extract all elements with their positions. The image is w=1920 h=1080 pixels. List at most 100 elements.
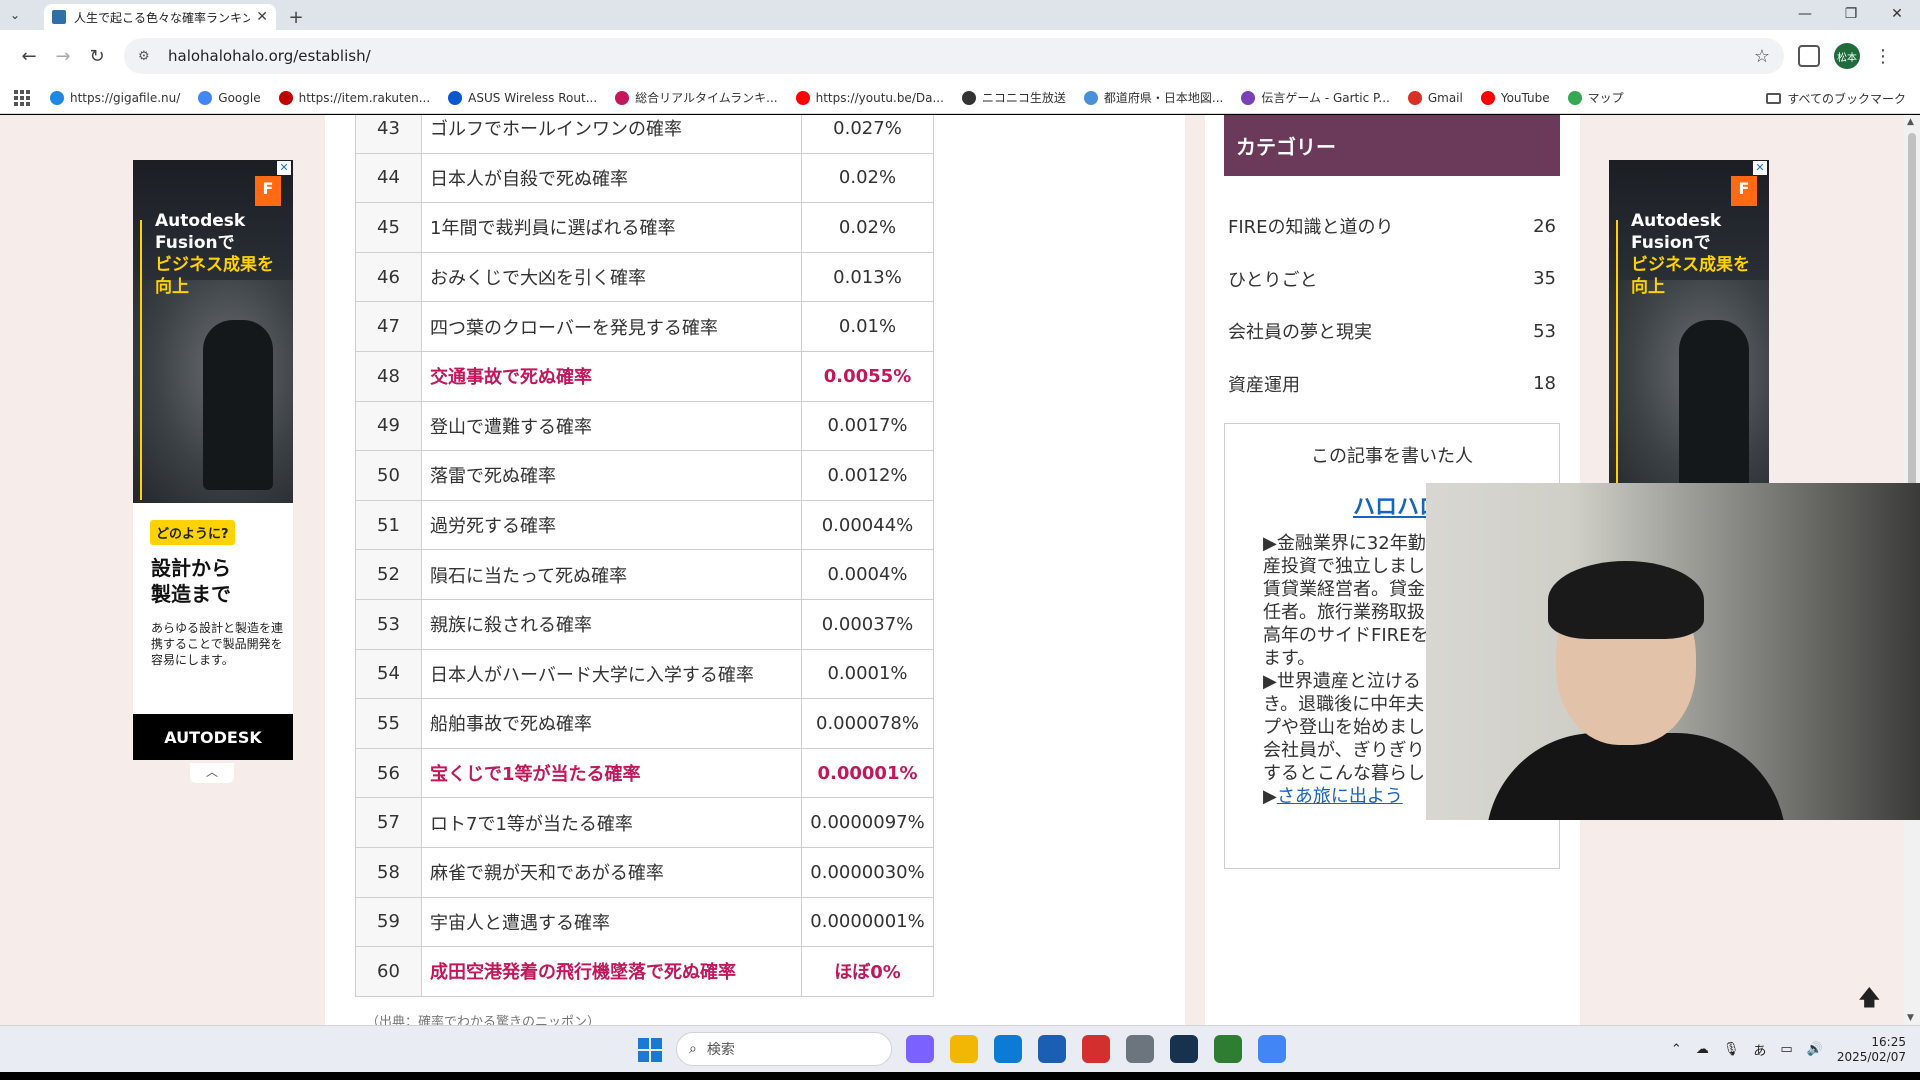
site-favicon-icon [52,10,66,24]
category-list: FIREの知識と道のり 26 ひとりごと 35 会社員の夢と現実 53 資産運用 18 [1228,200,1556,410]
apps-grid-icon[interactable] [14,89,30,106]
bookmark-item[interactable]: 総合リアルタイムランキ... [615,89,778,106]
ad-collapse-chevron-icon[interactable]: ︿ [190,763,234,783]
address-bar[interactable]: ⚙ halohalohalo.org/establish/ ☆ [124,38,1784,74]
value-cell: 0.0001% [801,648,934,700]
tab-search-chevron-icon[interactable]: ⌄ [0,2,30,28]
ime-indicator[interactable]: あ [1753,1040,1766,1059]
category-item[interactable]: FIREの知識と道のり 26 [1228,200,1556,253]
site-info-icon[interactable]: ⚙ [138,49,156,64]
value-cell: 0.027% [801,115,934,154]
bookmark-favicon-icon [1083,90,1098,105]
bookmark-item[interactable]: ASUS Wireless Rout... [448,90,597,105]
rank-cell: 48 [355,350,422,402]
taskbar-app-icon[interactable] [950,1035,978,1063]
ad-headline-1: Autodesk Fusionで [1631,211,1722,253]
extensions-icon[interactable] [1798,45,1820,67]
bookmark-item[interactable]: 伝言ゲーム - Gartic P... [1241,89,1390,106]
category-count: 26 [1533,215,1556,237]
category-label: 会社員の夢と現実 [1228,322,1372,344]
taskbar-app-icon[interactable] [1214,1035,1242,1063]
forward-arrow-icon[interactable]: → [46,39,80,73]
close-window-icon[interactable]: ✕ [1874,0,1920,28]
ad-headline: Autodesk Fusionで ビジネス成果を向上 [1631,210,1756,298]
bookmark-item[interactable]: https://youtu.be/Da... [795,90,944,105]
reload-icon[interactable]: ↻ [80,39,114,73]
tab-active[interactable]: 人生で起こる色々な確率ランキング ✕ [44,4,276,30]
bookmark-item[interactable]: YouTube [1480,90,1550,105]
scroll-down-icon[interactable]: ▼ [1907,1013,1914,1023]
rank-cell: 52 [355,549,422,600]
bookmark-label: YouTube [1500,90,1550,105]
rank-cell: 44 [355,152,422,204]
fusion-logo-icon: F [255,176,281,206]
tab-close-icon[interactable]: ✕ [256,9,268,25]
scroll-to-top-icon[interactable]: 🡅 [1858,981,1881,1019]
bookmark-item[interactable]: マップ [1567,89,1624,106]
ad-accent-line [1616,220,1618,500]
back-arrow-icon[interactable]: ← [12,39,46,73]
taskbar-app-icon[interactable] [1038,1035,1066,1063]
value-cell: 0.02% [801,202,934,253]
ad-close-icon[interactable]: ✕ [1753,161,1767,175]
link-prefix: ▶ [1263,786,1277,807]
table-row: 45 1年間で裁判員に選ばれる確率 0.02% [355,202,934,253]
ad-hero: F ✕ Autodesk Fusionで ビジネス成果を向上 [133,160,293,503]
table-row: 47 四つ葉のクローバーを発見する確率 0.01% [355,301,934,352]
value-cell: 0.0017% [801,400,934,452]
taskbar-app-icon[interactable] [1126,1035,1154,1063]
bookmark-label: 伝言ゲーム - Gartic P... [1261,91,1390,105]
scroll-up-icon[interactable]: ▲ [1907,117,1914,127]
taskbar-app-icon[interactable] [1258,1035,1286,1063]
microphone-icon[interactable]: 🎙 [1723,1042,1740,1057]
bookmark-star-icon[interactable]: ☆ [1754,46,1770,67]
tab-title: 人生で起こる色々な確率ランキング [74,10,251,25]
table-row: 55 船舶事故で死ぬ確率 0.000078% [355,698,934,749]
fusion-logo-icon: F [1731,176,1757,206]
tab-strip: ⌄ 人生で起こる色々な確率ランキング ✕ + — ❐ ✕ [0,0,1920,30]
new-tab-button[interactable]: + [282,4,310,30]
bookmark-item[interactable]: Google [198,90,261,105]
rank-cell: 54 [355,648,422,700]
taskbar-app-icon[interactable] [1082,1035,1110,1063]
bookmark-item[interactable]: ニコニコ生放送 [961,89,1066,106]
value-cell: 0.0000030% [801,846,934,898]
profile-avatar[interactable]: 松本 [1834,43,1860,69]
ad-headline-2: ビジネス成果を向上 [1631,255,1750,297]
category-label: 資産運用 [1228,374,1300,396]
rank-cell: 57 [355,797,422,848]
name-cell: おみくじで大凶を引く確率 [421,251,802,303]
windows-start-icon[interactable] [638,1038,662,1062]
ad-close-icon[interactable]: ✕ [277,161,291,175]
ad-small-text: あらゆる設計と製造を連携することで製品開発を容易にします。 [151,621,284,667]
category-item[interactable]: 資産運用 18 [1228,358,1556,411]
taskbar-app-icon[interactable] [906,1035,934,1063]
minimize-icon[interactable]: — [1782,0,1828,28]
travel-blog-link[interactable]: さあ旅に出よう [1277,786,1403,807]
bookmark-item[interactable]: https://item.rakuten... [278,90,430,105]
bookmark-item[interactable]: Gmail [1407,90,1463,105]
taskbar-app-icon[interactable] [1170,1035,1198,1063]
rank-cell: 50 [355,450,422,501]
taskbar-search-box[interactable]: ⌕ 検索 [676,1032,892,1066]
all-bookmarks[interactable]: すべてのブックマーク [1766,82,1906,114]
network-icon[interactable]: ▭ [1780,1042,1792,1057]
value-cell: 0.0012% [801,450,934,501]
rank-cell: 55 [355,698,422,749]
tray-overflow-chevron-icon[interactable]: ⌃ [1671,1042,1682,1057]
taskbar-app-icon[interactable] [994,1035,1022,1063]
url-text[interactable]: halohalohalo.org/establish/ [168,47,1754,65]
menu-kebab-icon[interactable]: ⋮ [1874,46,1892,67]
restore-icon[interactable]: ❐ [1828,0,1874,28]
ad-banner-left[interactable]: F ✕ Autodesk Fusionで ビジネス成果を向上 どのように? 設計… [133,160,293,760]
volume-icon[interactable]: 🔊 [1807,1042,1823,1057]
taskbar-clock[interactable]: 16:25 2025/02/07 [1837,1035,1906,1065]
category-item[interactable]: 会社員の夢と現実 53 [1228,305,1556,358]
category-item[interactable]: ひとりごと 35 [1228,253,1556,306]
bookmark-item[interactable]: https://gigafile.nu/ [50,90,180,105]
table-row: 53 親族に殺される確率 0.00037% [355,598,934,650]
bookmark-item[interactable]: 都道府県・日本地図... [1083,89,1223,106]
category-count: 35 [1533,268,1556,290]
system-tray: ⌃ ☁ 🎙 あ ▭ 🔊 16:25 2025/02/07 [1671,1026,1906,1073]
onedrive-icon[interactable]: ☁ [1696,1042,1709,1057]
